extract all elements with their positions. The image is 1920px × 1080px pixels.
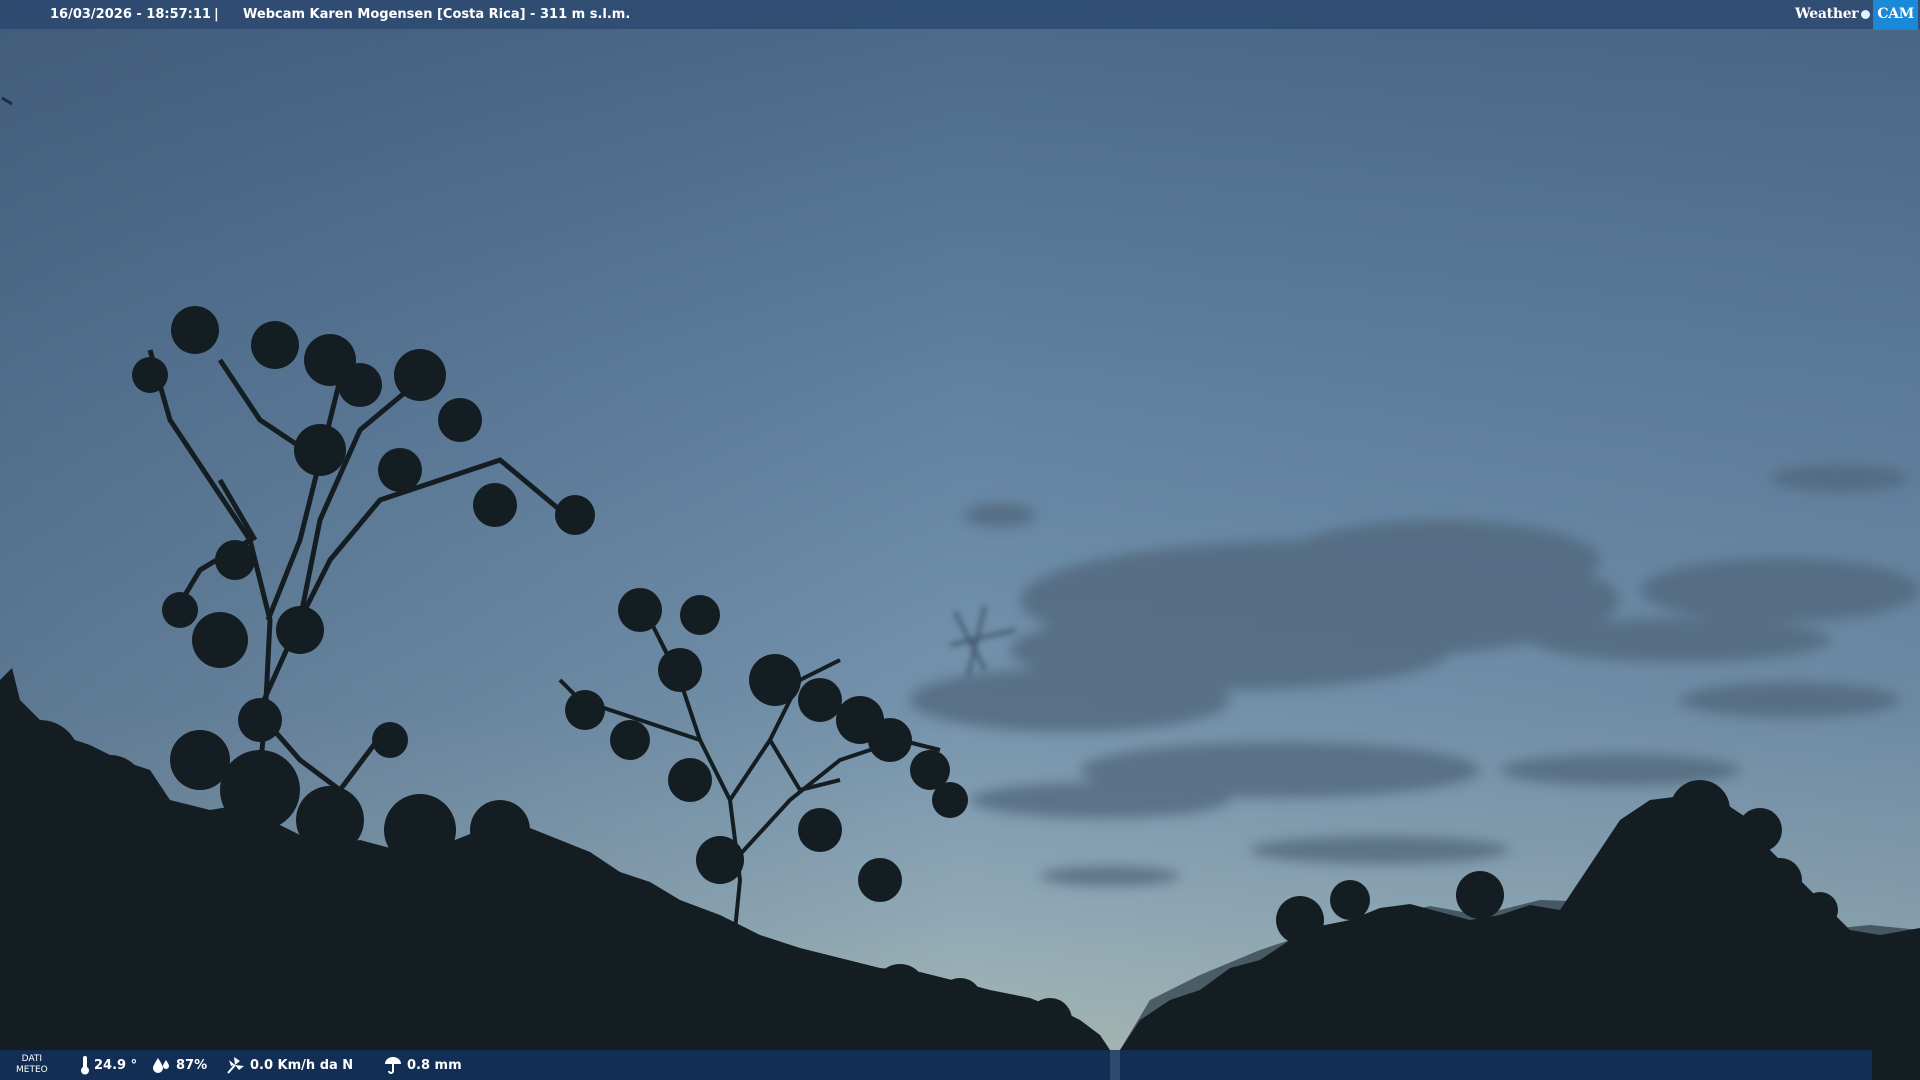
temperature-reading: 24.9 ° bbox=[80, 1050, 137, 1080]
humidity-drops-icon bbox=[153, 1058, 169, 1073]
weather-data-bar: DATI METEO 24.9 ° 87% 0.0 Km/h da N 0.8 … bbox=[0, 1050, 1872, 1080]
weathercam-logo: Weather CAM bbox=[1795, 0, 1918, 30]
weather-label-line2: METEO bbox=[16, 1065, 48, 1075]
webcam-frame: 16/03/2026 - 18:57:11 | Webcam Karen Mog… bbox=[0, 0, 1920, 1080]
thermometer-icon bbox=[81, 1056, 89, 1075]
logo-word: Weather bbox=[1795, 6, 1859, 22]
webcam-scene bbox=[0, 0, 1920, 1080]
rain-reading: 0.8 mm bbox=[383, 1050, 462, 1080]
webcam-title: Webcam Karen Mogensen [Costa Rica] - 311… bbox=[243, 7, 631, 22]
logo-cam: CAM bbox=[1873, 0, 1918, 30]
weather-label-line1: DATI bbox=[21, 1054, 43, 1064]
humidity-reading: 87% bbox=[152, 1050, 207, 1080]
temperature-value: 24.9 ° bbox=[94, 1057, 138, 1073]
title-separator: | bbox=[214, 7, 219, 22]
weather-data-label: DATI METEO bbox=[16, 1054, 48, 1076]
top-info-bar: 16/03/2026 - 18:57:11 | Webcam Karen Mog… bbox=[0, 0, 1920, 30]
timestamp: 16/03/2026 - 18:57:11 bbox=[50, 7, 211, 22]
wind-reading: 0.0 Km/h da N bbox=[226, 1050, 353, 1080]
wind-icon bbox=[227, 1057, 244, 1074]
humidity-value: 87% bbox=[176, 1057, 208, 1073]
logo-dot-icon bbox=[1861, 10, 1871, 19]
rain-icon bbox=[385, 1057, 401, 1074]
rain-value: 0.8 mm bbox=[407, 1057, 462, 1073]
wind-value: 0.0 Km/h da N bbox=[250, 1057, 354, 1073]
